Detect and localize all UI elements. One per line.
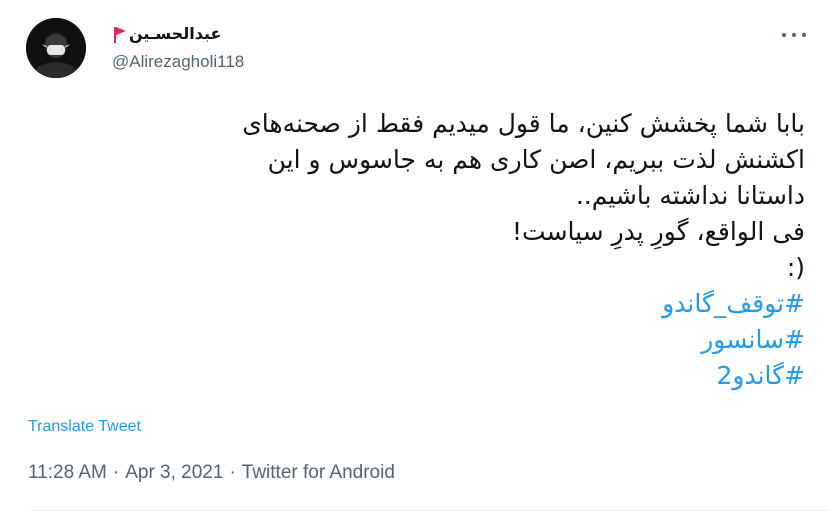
tweet-date[interactable]: Apr 3, 2021 [125, 462, 223, 483]
tweet-text-line: بابا شما پخشش کنین، ما قول میدیم فقط از … [242, 109, 805, 138]
avatar[interactable] [26, 18, 86, 78]
more-horizontal-icon [792, 33, 796, 37]
tweet-metadata: 11:28 AM · Apr 3, 2021 · Twitter for Android [28, 462, 395, 484]
separator: · [229, 462, 236, 483]
smiley-text: :) [786, 253, 805, 282]
tweet-text: بابا شما پخشش کنین، ما قول میدیم فقط از … [45, 106, 805, 394]
tweet-time[interactable]: 11:28 AM [28, 462, 107, 483]
more-options-button[interactable] [782, 28, 806, 42]
translate-tweet-link[interactable]: Translate Tweet [28, 418, 141, 436]
more-horizontal-icon [782, 33, 786, 37]
separator: · [112, 462, 120, 483]
divider [28, 510, 829, 511]
hashtag-link[interactable]: #توقف_گاندو [45, 286, 805, 322]
red-flag-icon [114, 27, 126, 43]
tweet-text-line: داستانا نداشته باشیم.. [575, 181, 805, 210]
tweet-source[interactable]: Twitter for Android [242, 462, 395, 483]
user-handle[interactable]: @Alirezagholi118 [112, 52, 244, 72]
tweet-card: عبدالحسـین @Alirezagholi118 بابا شما پخش… [0, 0, 829, 514]
display-name[interactable]: عبدالحسـین [129, 24, 221, 43]
hashtag-link[interactable]: #گاندو2 [45, 358, 805, 394]
tweet-text-line: فی الواقع، گورِ پدرِ سیاست! [512, 217, 805, 246]
hashtag-link[interactable]: #سانسور [45, 322, 805, 358]
avatar-image [26, 18, 86, 78]
tweet-text-line: :) [45, 250, 805, 286]
tweet-text-line: اکشنش لذت ببریم، اصن کاری هم به جاسوس و … [267, 145, 805, 174]
more-horizontal-icon [802, 33, 806, 37]
